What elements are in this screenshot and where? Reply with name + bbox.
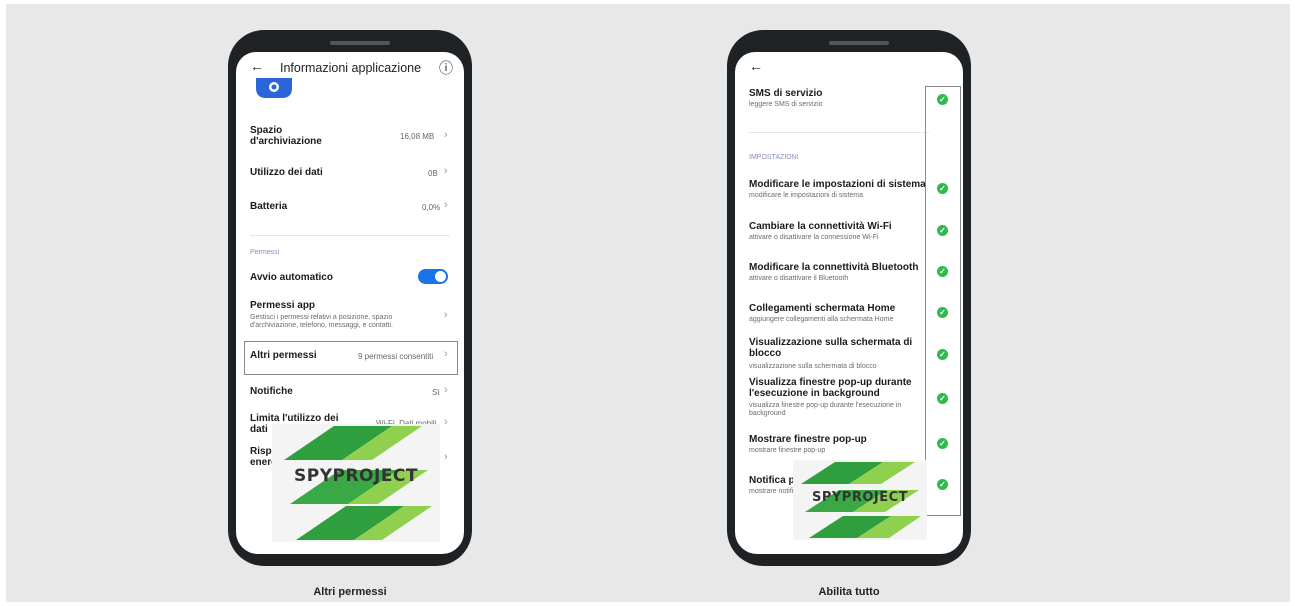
right-phone: ← SMS di servizio leggere SMS di servizi… — [727, 30, 971, 566]
caption-right: Abilita tutto — [818, 586, 880, 598]
permission-label: Modificare la connettività Bluetooth — [749, 262, 919, 273]
spyproject-logo: SPYPROJECT — [793, 460, 927, 540]
app-permissions-label[interactable]: Permessi app — [250, 300, 315, 311]
check-circle-icon[interactable]: ✓ — [937, 183, 948, 194]
left-phone: ← Informazioni applicazione ⓘ Spazio d'a… — [228, 30, 472, 566]
permission-description: attivare o disattivare la connessione Wi… — [749, 234, 879, 241]
battery-label[interactable]: Batteria — [250, 201, 287, 212]
check-circle-icon[interactable]: ✓ — [937, 438, 948, 449]
chevron-right-icon: › — [444, 348, 448, 360]
highlight-box — [925, 86, 961, 516]
page-title: Informazioni applicazione — [280, 61, 422, 75]
other-permissions-value: 9 permessi consentiti — [358, 352, 434, 361]
left-phone-screen: ← Informazioni applicazione ⓘ Spazio d'a… — [236, 52, 464, 554]
chevron-right-icon: › — [444, 451, 448, 463]
sms-label: SMS di servizio — [749, 88, 823, 99]
watermark-text: SPYPROJECT — [293, 466, 419, 486]
section-settings: IMPOSTAZIONI — [749, 154, 799, 161]
check-circle-icon[interactable]: ✓ — [937, 479, 948, 490]
check-circle-icon[interactable]: ✓ — [937, 349, 948, 360]
storage-value: 16,08 MB — [400, 132, 435, 141]
other-permissions-label[interactable]: Altri permessi — [250, 350, 317, 361]
permission-description: aggiungere collegamenti alla schermata H… — [749, 316, 894, 323]
speaker-grille — [829, 41, 889, 45]
permission-description: visualizza finestre pop-up durante l'ese… — [749, 402, 902, 417]
right-phone-screen: ← SMS di servizio leggere SMS di servizi… — [735, 52, 963, 554]
chevron-right-icon: › — [444, 199, 448, 211]
divider — [749, 132, 929, 133]
app-icon — [254, 78, 294, 98]
data-usage-label[interactable]: Utilizzo dei dati — [250, 167, 323, 178]
permission-label: Visualizzazione sulla schermata di blocc… — [749, 337, 913, 359]
divider — [250, 235, 450, 236]
check-circle-icon[interactable]: ✓ — [937, 393, 948, 404]
permission-label: Mostrare finestre pop-up — [749, 434, 867, 445]
permission-label: Collegamenti schermata Home — [749, 303, 896, 314]
speaker-grille — [330, 41, 390, 45]
notifications-value: Sì — [432, 388, 440, 397]
check-circle-icon[interactable]: ✓ — [937, 94, 948, 105]
chevron-right-icon: › — [444, 416, 448, 428]
chevron-right-icon: › — [444, 309, 448, 321]
back-arrow-icon[interactable]: ← — [749, 58, 763, 74]
chevron-right-icon: › — [444, 129, 448, 141]
check-circle-icon[interactable]: ✓ — [937, 225, 948, 236]
info-icon[interactable]: ⓘ — [439, 58, 453, 78]
permission-description: attivare o disattivare il Bluetooth — [749, 275, 849, 282]
sms-description: leggere SMS di servizio — [749, 101, 823, 108]
permission-description: mostrare finestre pop-up — [749, 447, 826, 454]
check-circle-icon[interactable]: ✓ — [937, 266, 948, 277]
permission-description: visualizzazione sulla schermata di blocc… — [749, 363, 877, 370]
section-permissions: Permessi — [250, 249, 280, 256]
battery-value: 0,0% — [422, 203, 441, 212]
background-panel — [6, 4, 1290, 602]
permission-label: Cambiare la connettività Wi-Fi — [749, 221, 892, 232]
back-arrow-icon[interactable]: ← — [250, 58, 264, 74]
watermark-text: SPYPROJECT — [811, 490, 909, 505]
storage-label: Spazio d'archiviazione — [250, 125, 322, 147]
chevron-right-icon: › — [444, 384, 448, 396]
notifications-label[interactable]: Notifiche — [250, 386, 293, 397]
autostart-toggle[interactable] — [418, 269, 448, 284]
chevron-right-icon: › — [444, 165, 448, 177]
permission-label: Modificare le impostazioni di sistema — [749, 179, 926, 190]
autostart-label: Avvio automatico — [250, 272, 333, 283]
data-usage-value: 0B — [428, 169, 438, 178]
caption-left: Altri permessi — [313, 586, 387, 598]
storage-row[interactable]: Spazio d'archiviazione — [250, 125, 322, 147]
app-permissions-description: Gestisci i permessi relativi a posizione… — [250, 314, 393, 329]
permission-label: Visualizza finestre pop-up durante l'ese… — [749, 377, 912, 399]
check-circle-icon[interactable]: ✓ — [937, 307, 948, 318]
spyproject-logo: SPYPROJECT — [272, 424, 440, 542]
permission-description: modificare le impostazioni di sistema — [749, 192, 863, 199]
